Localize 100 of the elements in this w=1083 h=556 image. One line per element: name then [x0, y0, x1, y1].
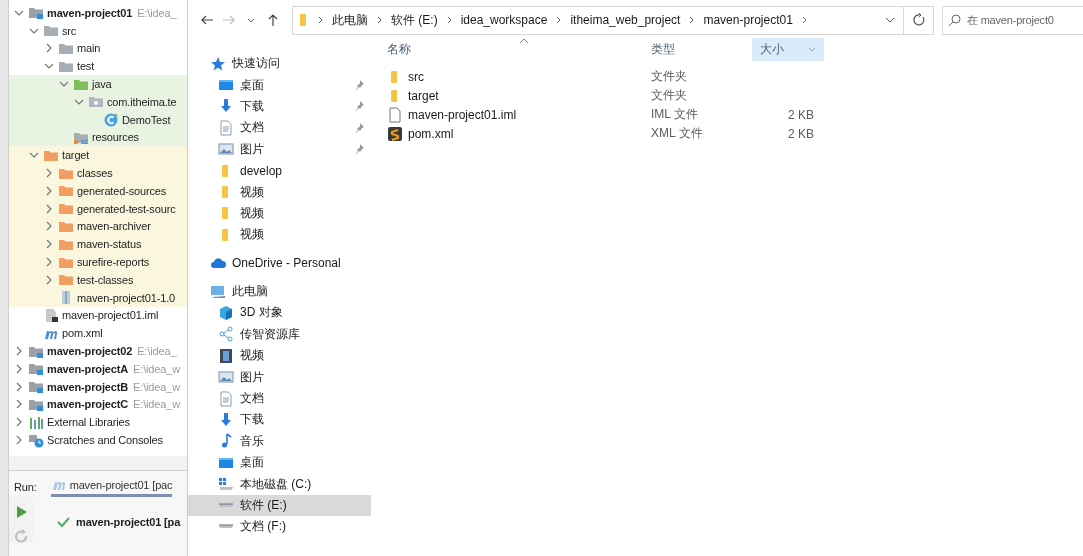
file-type: XML 文件	[651, 126, 703, 140]
run-result: maven-project01 [pa	[76, 516, 181, 528]
run-tab[interactable]: maven-project01 [pac	[50, 477, 173, 497]
tree-item-label[interactable]: Scratches and Consoles	[47, 434, 163, 446]
nav-item[interactable]: 桌面	[188, 452, 371, 474]
folder-icon	[297, 12, 309, 28]
up-arrow-icon[interactable]	[266, 13, 280, 27]
file-name[interactable]: target	[408, 88, 439, 103]
nav-item[interactable]: OneDrive - Personal	[188, 252, 371, 274]
class-icon	[103, 112, 119, 128]
tree-item-label[interactable]: maven-project01.iml	[62, 309, 159, 322]
chevron-icon	[555, 16, 563, 24]
nav-item[interactable]: 图片	[188, 138, 371, 160]
nav-item[interactable]: 视频	[188, 224, 371, 246]
nav-item[interactable]: 视频	[188, 345, 371, 367]
breadcrumb-item[interactable]: 软件 (E:)	[391, 11, 438, 29]
breadcrumb-item[interactable]: itheima_web_project	[570, 13, 681, 27]
tree-item-label[interactable]: test	[77, 60, 95, 73]
file-size: 2 KB	[788, 126, 814, 141]
column-header[interactable]: 类型	[651, 38, 752, 61]
nav-item[interactable]: 本地磁盘 (C:)	[188, 473, 371, 495]
refresh-button[interactable]	[904, 5, 934, 35]
film-icon	[218, 347, 234, 364]
nav-item[interactable]: 文档	[188, 387, 371, 410]
nav-item[interactable]: 图片	[188, 366, 371, 388]
nav-item[interactable]: 桌面	[188, 74, 371, 96]
tree-item-label[interactable]: maven-projectA	[47, 362, 129, 375]
chevron-icon	[800, 16, 808, 24]
check-icon	[57, 516, 70, 528]
refresh-icon	[911, 13, 926, 27]
tree-item-label[interactable]: maven-project01-1.0	[77, 291, 176, 304]
nav-item[interactable]: 视频	[188, 181, 371, 203]
nav-item[interactable]: 视频	[188, 202, 371, 225]
file-type: 文件夹	[651, 69, 687, 83]
file-size: 2 KB	[788, 107, 814, 122]
tree-item-label[interactable]: maven-project02	[47, 345, 133, 358]
breadcrumb-item[interactable]: idea_workspace	[460, 13, 548, 27]
tree-item-label[interactable]: main	[77, 42, 101, 55]
chevron-icon	[445, 16, 453, 24]
run-icon[interactable]	[14, 505, 28, 519]
module-icon	[28, 5, 44, 21]
scratches-icon	[28, 432, 44, 448]
nav-item[interactable]: 下载	[188, 95, 371, 118]
picture-icon	[218, 369, 234, 386]
breadcrumb-item[interactable]: maven-project01	[703, 13, 793, 27]
drive-icon	[218, 524, 234, 530]
search-field[interactable]: 在 maven-project0	[942, 5, 1083, 35]
tree-item-label[interactable]: test-classes	[77, 273, 134, 286]
column-header[interactable]: 名称	[387, 38, 651, 61]
tree-item-label[interactable]: External Libraries	[47, 416, 130, 429]
tree-item-label[interactable]: surefire-reports	[77, 256, 150, 269]
sublime-file-icon	[387, 125, 403, 142]
tree-item-label[interactable]: maven-project01	[47, 6, 133, 19]
file-type: IML 文件	[651, 107, 698, 121]
tree-item-label[interactable]: src	[62, 24, 77, 37]
tree-item-label[interactable]: maven-archiver	[77, 220, 151, 233]
tree-item-label[interactable]: DemoTest	[122, 113, 171, 126]
tree-item-label[interactable]: java	[92, 78, 112, 91]
document-icon	[218, 119, 234, 136]
chevron-icon	[688, 16, 696, 24]
project-path: E:\idea_w	[133, 398, 180, 411]
tree-item-label[interactable]: maven-projectB	[47, 380, 129, 393]
tree-item-label[interactable]: maven-status	[77, 238, 142, 251]
address-bar[interactable]: 此电脑 软件 (E:) idea_workspace itheima_web_project maven-project01	[292, 5, 904, 35]
project-path: E:\idea_	[137, 345, 177, 358]
tree-item-label[interactable]: resources	[92, 131, 139, 144]
sort-ascending-icon	[519, 38, 529, 44]
nav-item[interactable]: 下载	[188, 409, 371, 431]
column-header[interactable]: 大小	[752, 38, 824, 61]
nav-item[interactable]: 此电脑	[188, 280, 371, 303]
nav-item[interactable]: 软件 (E:)	[188, 494, 371, 517]
tree-item-label[interactable]: generated-sources	[77, 184, 167, 197]
back-arrow-icon[interactable]	[200, 13, 214, 27]
search-icon	[948, 13, 961, 27]
file-name[interactable]: maven-project01.iml	[408, 107, 517, 122]
tree-item-label[interactable]: pom.xml	[62, 327, 103, 340]
file-name[interactable]: pom.xml	[408, 126, 454, 141]
nav-item[interactable]: 音乐	[188, 430, 371, 453]
nav-item[interactable]: 快速访问	[188, 53, 371, 75]
breadcrumb-item[interactable]: 此电脑	[332, 11, 368, 29]
tree-item-label[interactable]: maven-projectC	[47, 398, 129, 411]
module-icon	[28, 379, 44, 395]
nav-item[interactable]: develop	[188, 159, 371, 182]
document-icon	[218, 390, 234, 407]
chevron-icon	[376, 16, 383, 24]
nav-item[interactable]: 3D 对象	[188, 302, 371, 324]
tree-item-label[interactable]: generated-test-sourc	[77, 202, 176, 215]
folder-icon	[58, 41, 74, 56]
tree-item-label[interactable]: classes	[77, 167, 113, 180]
project-path: E:\idea_w	[133, 380, 180, 393]
nav-item[interactable]: 文档 (F:)	[188, 516, 371, 538]
file-name[interactable]: src	[408, 69, 424, 84]
cube-icon	[218, 305, 234, 321]
drive-icon	[218, 503, 234, 508]
star-icon	[210, 55, 226, 72]
tree-item-label[interactable]: target	[62, 149, 90, 162]
nav-item[interactable]: 文档	[188, 117, 371, 139]
nav-item[interactable]: 传智资源库	[188, 323, 371, 346]
project-path: E:\idea_	[137, 6, 177, 19]
tree-item-label[interactable]: com.itheima.te	[107, 95, 177, 108]
